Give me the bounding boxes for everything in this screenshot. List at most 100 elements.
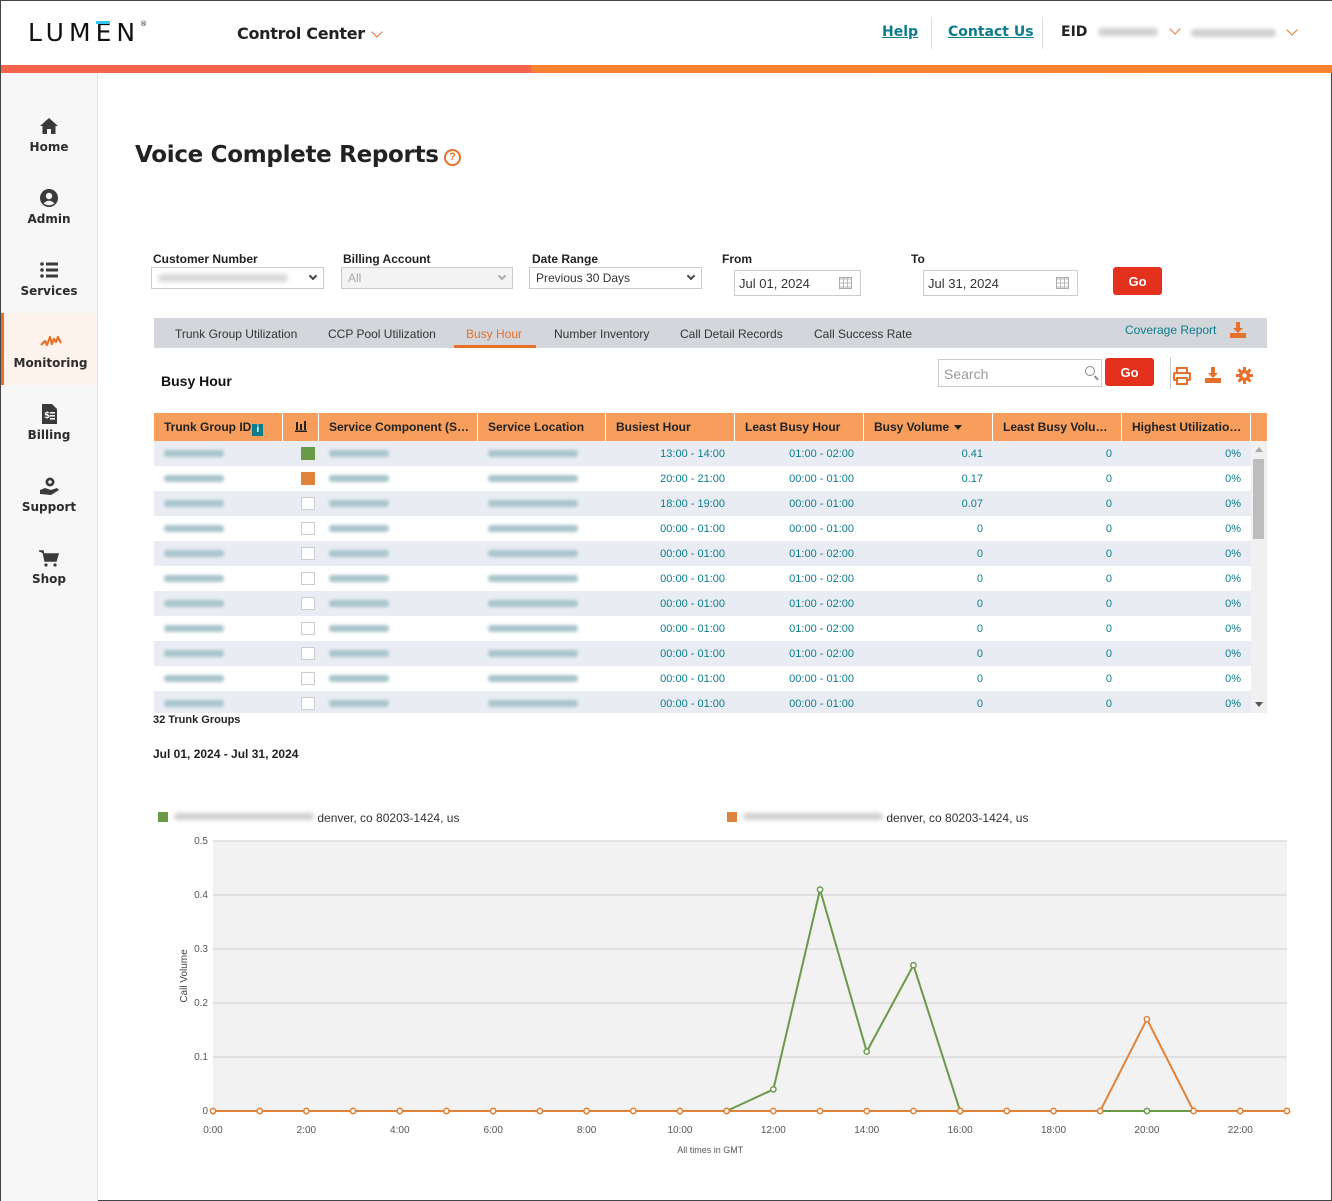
info-icon[interactable]: i — [252, 424, 264, 436]
data-point-series-2[interactable] — [956, 1107, 964, 1115]
chart-select-checkbox[interactable] — [301, 497, 315, 510]
legend-item-series-1[interactable]: denver, co 80203-1424, us — [174, 811, 459, 825]
table-row[interactable]: 00:00 - 01:00 01:00 - 02:00 0 0 0% — [154, 641, 1251, 666]
app-switcher[interactable]: Control Center — [237, 24, 383, 43]
table-scrollbar[interactable] — [1251, 441, 1267, 713]
calendar-icon[interactable] — [1056, 277, 1069, 289]
chart-select-checkbox[interactable] — [301, 547, 315, 560]
search-icon[interactable] — [1085, 366, 1095, 376]
data-point-series-2[interactable] — [816, 1107, 824, 1115]
user-menu[interactable] — [1191, 24, 1299, 42]
data-point-series-2[interactable] — [349, 1107, 357, 1115]
col-chart-toggle[interactable] — [283, 413, 319, 441]
export-icon[interactable] — [1204, 366, 1222, 384]
data-point-series-2[interactable] — [1143, 1015, 1151, 1023]
from-date-input[interactable]: Jul 01, 2024 — [734, 270, 861, 296]
col-service-component[interactable]: Service Component (S… — [319, 413, 478, 441]
data-point-series-2[interactable] — [910, 1107, 917, 1115]
tab-busy-hour[interactable]: Busy Hour — [466, 327, 522, 341]
data-point-series-2[interactable] — [396, 1107, 404, 1115]
sidebar-item-admin[interactable]: Admin — [1, 187, 97, 259]
col-busy-volume[interactable]: Busy Volume — [864, 413, 993, 441]
col-service-location[interactable]: Service Location — [478, 413, 606, 441]
to-date-input[interactable]: Jul 31, 2024 — [923, 270, 1078, 296]
data-point-series-2[interactable] — [863, 1107, 871, 1115]
data-point-series-2[interactable] — [769, 1107, 777, 1115]
sidebar-item-monitoring[interactable]: Monitoring — [1, 313, 97, 385]
data-point-series-2[interactable] — [1050, 1107, 1057, 1115]
eid-selector[interactable]: EID — [1061, 23, 1181, 40]
data-point-series-1[interactable] — [816, 886, 824, 893]
tab-ccp-pool-utilization[interactable]: CCP Pool Utilization — [328, 327, 436, 341]
chart-select-checkbox[interactable] — [301, 647, 315, 660]
data-point-series-2[interactable] — [209, 1107, 217, 1115]
tab-trunk-group-utilization[interactable]: Trunk Group Utilization — [175, 327, 297, 341]
download-icon[interactable] — [1229, 321, 1247, 339]
chart-select-checkbox[interactable] — [301, 447, 315, 460]
chart-select-checkbox[interactable] — [301, 672, 315, 685]
table-row[interactable]: 00:00 - 01:00 00:00 - 01:00 0 0 0% — [154, 691, 1251, 713]
search-input[interactable]: Search — [938, 359, 1102, 387]
gear-icon[interactable] — [1236, 367, 1253, 384]
tab-call-detail-records[interactable]: Call Detail Records — [680, 327, 783, 341]
data-point-series-2[interactable] — [489, 1107, 497, 1115]
table-row[interactable]: 18:00 - 19:00 00:00 - 01:00 0.07 0 0% — [154, 491, 1251, 516]
data-point-series-2[interactable] — [629, 1107, 637, 1115]
data-point-series-2[interactable] — [443, 1107, 450, 1115]
data-point-series-2[interactable] — [1283, 1107, 1291, 1115]
help-icon[interactable]: ? — [444, 149, 461, 166]
search-go-button[interactable]: Go — [1105, 358, 1154, 386]
print-icon[interactable] — [1173, 367, 1191, 385]
sidebar-item-shop[interactable]: Shop — [1, 547, 97, 619]
filter-go-button[interactable]: Go — [1113, 267, 1162, 295]
tab-call-success-rate[interactable]: Call Success Rate — [814, 327, 912, 341]
table-row[interactable]: 00:00 - 01:00 01:00 - 02:00 0 0 0% — [154, 616, 1251, 641]
data-point-series-2[interactable] — [303, 1107, 310, 1115]
table-row[interactable]: 00:00 - 01:00 00:00 - 01:00 0 0 0% — [154, 666, 1251, 691]
calendar-icon[interactable] — [839, 277, 852, 289]
tab-number-inventory[interactable]: Number Inventory — [554, 327, 649, 341]
data-point-series-1[interactable] — [1143, 1107, 1151, 1115]
data-point-series-2[interactable] — [676, 1107, 684, 1115]
table-row[interactable]: 20:00 - 21:00 00:00 - 01:00 0.17 0 0% — [154, 466, 1251, 491]
contact-us-link[interactable]: Contact Us — [948, 24, 1034, 40]
data-point-series-1[interactable] — [769, 1086, 777, 1093]
data-point-series-2[interactable] — [1096, 1107, 1104, 1115]
data-point-series-2[interactable] — [536, 1107, 544, 1115]
legend-item-series-2[interactable]: denver, co 80203-1424, us — [743, 811, 1028, 825]
sidebar-item-support[interactable]: Support — [1, 475, 97, 547]
customer-number-select[interactable] — [151, 267, 324, 289]
col-busiest-hour[interactable]: Busiest Hour — [606, 413, 735, 441]
lumen-logo[interactable]: LUME N® — [28, 18, 147, 47]
chart-select-checkbox[interactable] — [301, 572, 315, 585]
scroll-thumb[interactable] — [1253, 459, 1264, 539]
chart-select-checkbox[interactable] — [301, 622, 315, 635]
coverage-report-link[interactable]: Coverage Report — [1125, 323, 1216, 337]
col-least-busy-hour[interactable]: Least Busy Hour — [735, 413, 864, 441]
data-point-series-2[interactable] — [1236, 1107, 1244, 1115]
data-point-series-2[interactable] — [1003, 1107, 1011, 1115]
col-trunk-group-id[interactable]: Trunk Group ID i — [154, 413, 283, 441]
sidebar-item-billing[interactable]: $ Billing — [1, 403, 97, 475]
help-link[interactable]: Help — [882, 24, 918, 40]
scroll-down-icon[interactable] — [1255, 702, 1263, 707]
scroll-up-icon[interactable] — [1255, 447, 1263, 452]
chart-select-checkbox[interactable] — [301, 597, 315, 610]
data-point-series-2[interactable] — [723, 1107, 731, 1115]
col-highest-utilization[interactable]: Highest Utilizatio… — [1122, 413, 1251, 441]
chart-select-checkbox[interactable] — [301, 522, 315, 535]
data-point-series-2[interactable] — [256, 1107, 264, 1115]
chart-select-checkbox[interactable] — [301, 472, 315, 485]
sidebar-item-home[interactable]: Home — [1, 115, 97, 187]
data-point-series-1[interactable] — [910, 961, 917, 969]
data-point-series-2[interactable] — [1190, 1107, 1197, 1115]
col-least-busy-volume[interactable]: Least Busy Volu… — [993, 413, 1122, 441]
table-row[interactable]: 00:00 - 01:00 01:00 - 02:00 0 0 0% — [154, 541, 1251, 566]
chart-select-checkbox[interactable] — [301, 697, 315, 710]
date-range-select[interactable]: Previous 30 Days — [529, 267, 702, 289]
data-point-series-1[interactable] — [863, 1048, 871, 1055]
table-row[interactable]: 00:00 - 01:00 01:00 - 02:00 0 0 0% — [154, 591, 1251, 616]
table-row[interactable]: 13:00 - 14:00 01:00 - 02:00 0.41 0 0% — [154, 441, 1251, 466]
billing-account-select[interactable]: All — [341, 267, 513, 289]
table-row[interactable]: 00:00 - 01:00 01:00 - 02:00 0 0 0% — [154, 566, 1251, 591]
